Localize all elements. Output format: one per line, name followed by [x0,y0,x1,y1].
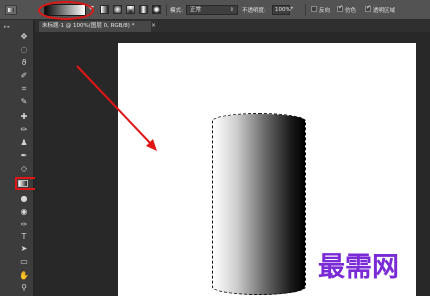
document-tab-title: 未标题-1 @ 100%(图层 0, RGB/8) * [42,23,135,29]
radial-gradient-icon[interactable] [113,5,122,14]
mode-label: 模式: [170,8,183,14]
opacity-label: 不透明度: [242,8,266,14]
transparency-label: 透明区域 [373,8,396,14]
dodge-tool-icon[interactable]: ◉ [17,206,31,217]
diamond-gradient-icon[interactable] [152,5,161,14]
reverse-checkbox[interactable] [311,6,317,12]
quick-select-tool-icon[interactable]: ✐ [17,70,31,81]
chevron-down-icon: ⇕ [229,7,234,13]
linear-gradient-icon[interactable] [100,5,109,14]
mode-select[interactable]: 正常 ⇕ [186,5,238,15]
shape-tool-icon[interactable]: ▭ [17,256,31,267]
reverse-label: 反向 [319,8,331,14]
tool-preset-picker[interactable] [5,5,17,15]
opacity-input[interactable]: 100% [272,5,291,15]
reflected-gradient-icon[interactable] [139,5,148,14]
mode-value: 正常 [190,7,202,13]
history-brush-tool-icon[interactable]: ✒ [17,150,31,161]
brush-tool-icon[interactable]: ✏ [17,124,31,135]
panel-grip-icon[interactable]: ▸▸ [4,24,30,30]
blur-tool-icon[interactable]: ● [17,193,31,204]
selection-marquee [212,113,306,295]
path-select-tool-icon[interactable]: ➤ [17,243,31,254]
angle-gradient-icon[interactable] [126,5,135,14]
highlight-ellipse [38,1,94,20]
divider [305,4,306,16]
clone-stamp-tool-icon[interactable]: ♟ [17,137,31,148]
marquee-tool-icon[interactable]: ◌ [17,44,31,55]
move-tool-icon[interactable]: ✥ [17,31,31,42]
type-tool-icon[interactable]: T [17,231,31,242]
zoom-tool-icon[interactable]: ⚲ [17,282,31,293]
document-tab[interactable]: 未标题-1 @ 100%(图层 0, RGB/8) * [39,21,151,32]
crop-tool-icon[interactable]: ⌗ [17,83,31,94]
options-bar: 模式: 正常 ⇕ 不透明度: 100% ▸ 反向 仿色 透明区域 [0,0,430,20]
watermark-logo: 最需网 [318,252,399,283]
dither-checkbox[interactable] [337,4,343,12]
healing-brush-tool-icon[interactable]: ✚ [17,111,31,122]
document-tab-bar: 未标题-1 @ 100%(图层 0, RGB/8) * × [35,20,430,32]
opacity-dropdown-icon[interactable]: ▸ [291,5,294,11]
dither-label: 仿色 [345,8,357,14]
divider [166,4,167,16]
lasso-tool-icon[interactable]: ϑ [17,57,31,68]
eyedropper-tool-icon[interactable]: ✎ [17,96,31,107]
opacity-value: 100% [275,7,291,13]
eraser-tool-icon[interactable]: ◇ [17,163,31,174]
hand-tool-icon[interactable]: ✋ [17,270,31,281]
pen-tool-icon[interactable]: ✑ [17,219,31,230]
transparency-checkbox[interactable] [365,4,371,12]
close-icon[interactable]: × [151,22,156,29]
